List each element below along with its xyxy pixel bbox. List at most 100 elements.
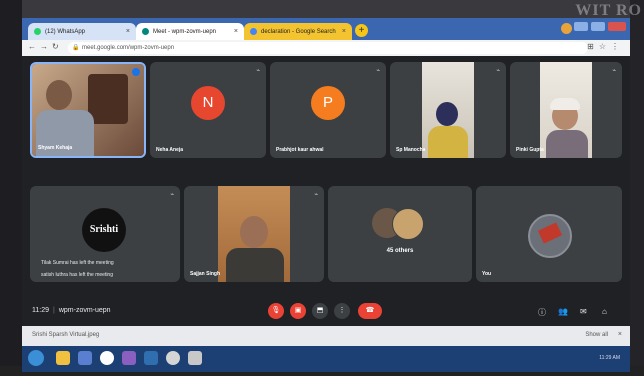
- participant-tile[interactable]: Shyam Kehaja: [30, 62, 146, 158]
- photo-frame-right: [630, 0, 644, 376]
- leave-call-button[interactable]: ☎: [358, 303, 382, 319]
- participant-tile[interactable]: P ⌁ Prabhjot kaur ahwal: [270, 62, 386, 158]
- participant-name: Shyam Kehaja: [38, 145, 73, 151]
- chrome-window-icon[interactable]: [166, 351, 180, 365]
- participant-tile[interactable]: 45 others: [328, 186, 472, 282]
- participant-body: [226, 248, 284, 282]
- activities-icon[interactable]: ⌂: [602, 307, 607, 316]
- notification-toast: satish luthra has left the meeting: [36, 270, 118, 280]
- logo-text: Srishti: [89, 224, 119, 235]
- people-icon[interactable]: 👥: [558, 307, 568, 316]
- toolbar-extension-icons[interactable]: ⊞☆⋮: [587, 42, 624, 51]
- photoshop-icon[interactable]: [144, 351, 158, 365]
- meeting-info-icon[interactable]: ⓘ: [538, 307, 546, 318]
- participant-body: [428, 126, 468, 158]
- lock-icon: 🔒: [72, 45, 80, 51]
- forward-arrow-icon[interactable]: →: [40, 42, 48, 51]
- participant-name: Sp Manocha: [396, 147, 426, 153]
- start-button[interactable]: [28, 350, 44, 366]
- participant-video: [422, 62, 474, 158]
- close-tab-icon[interactable]: ×: [126, 28, 130, 35]
- participant-avatar: N: [191, 86, 225, 120]
- whatsapp-favicon-icon: [34, 28, 41, 35]
- participant-tile[interactable]: ⌁ Sp Manocha: [390, 62, 506, 158]
- monitor-screen: (12) WhatsApp × Meet - wpm-zovm-uepn × d…: [22, 18, 630, 372]
- tab-google-search[interactable]: declaration - Google Search ×: [244, 23, 352, 40]
- tab-meet[interactable]: Meet - wpm-zovm-uepn ×: [136, 23, 244, 40]
- speaking-indicator-icon: [132, 68, 140, 76]
- chat-icon[interactable]: ✉: [580, 307, 587, 316]
- back-arrow-icon[interactable]: ←: [28, 42, 36, 51]
- google-favicon-icon: [250, 28, 257, 35]
- participant-name: Prabhjot kaur ahwal: [276, 147, 324, 153]
- others-count-label: 45 others: [386, 248, 414, 254]
- self-view-tile[interactable]: You: [476, 186, 622, 282]
- taskbar-clock: 11:29 AM: [599, 355, 620, 361]
- windows-taskbar: 11:29 AM: [22, 346, 630, 372]
- download-item[interactable]: Srishi Sparsh Virtual.jpeg: [32, 332, 99, 338]
- paint-icon[interactable]: [188, 351, 202, 365]
- app-icon[interactable]: [122, 351, 136, 365]
- download-bar: Srishi Sparsh Virtual.jpeg Show all ×: [22, 326, 630, 346]
- maximize-button[interactable]: [591, 22, 605, 31]
- self-avatar-logo: [528, 214, 572, 258]
- media-player-icon[interactable]: [78, 351, 92, 365]
- more-options-button[interactable]: ⋮: [334, 303, 350, 319]
- participant-video: [540, 62, 592, 158]
- tab-label: (12) WhatsApp: [45, 28, 86, 35]
- close-tab-icon[interactable]: ×: [234, 28, 238, 35]
- mic-muted-icon: ⌁: [170, 192, 174, 198]
- tab-whatsapp[interactable]: (12) WhatsApp ×: [28, 23, 136, 40]
- chrome-icon[interactable]: [100, 351, 114, 365]
- window-controls: [574, 22, 626, 31]
- meeting-details: 11:29 | wpm-zovm-uepn: [32, 307, 111, 314]
- browser-tab-strip: (12) WhatsApp × Meet - wpm-zovm-uepn × d…: [22, 18, 630, 40]
- participant-body: [546, 130, 588, 158]
- participant-video: [218, 186, 290, 282]
- address-bar[interactable]: 🔒 meet.google.com/wpm-zovm-uepn: [68, 42, 588, 54]
- participant-name: You: [482, 271, 492, 277]
- participant-name: Sajjan Singh: [190, 271, 221, 277]
- explorer-icon[interactable]: [56, 351, 70, 365]
- camera-toggle-button[interactable]: ▣: [290, 303, 306, 319]
- participant-head: [436, 102, 458, 126]
- notification-toast: Tilak Sumrai has left the meeting: [36, 258, 119, 268]
- other-avatar: [392, 208, 424, 240]
- close-tab-icon[interactable]: ×: [342, 28, 346, 35]
- mic-muted-icon: ⌁: [314, 192, 318, 198]
- profile-avatar[interactable]: [561, 23, 572, 34]
- participant-hat: [550, 98, 580, 110]
- logo-emblem-icon: [537, 222, 563, 244]
- mic-muted-icon: ⌁: [256, 68, 260, 74]
- mic-muted-icon: ⌁: [496, 68, 500, 74]
- close-window-button[interactable]: [608, 22, 626, 31]
- browser-toolbar: ← → ↻ 🔒 meet.google.com/wpm-zovm-uepn ⊞☆…: [22, 40, 630, 56]
- mic-muted-icon: ⌁: [376, 68, 380, 74]
- meet-participant-grid: Shyam Kehaja N ⌁ Neha Aneja P ⌁ Prabhjot…: [22, 56, 630, 324]
- show-all-downloads-link[interactable]: Show all: [585, 332, 608, 338]
- participant-head: [46, 80, 72, 110]
- participant-name: Neha Aneja: [156, 147, 184, 153]
- participant-tile[interactable]: ⌁ Pinki Gupta: [510, 62, 622, 158]
- participant-name: Pinki Gupta: [516, 147, 544, 153]
- photo-frame-left: [0, 0, 22, 376]
- close-icon[interactable]: ×: [618, 331, 622, 338]
- meeting-time: 11:29: [32, 307, 49, 314]
- meet-favicon-icon: [142, 28, 149, 35]
- participant-avatar: P: [311, 86, 345, 120]
- address-text: meet.google.com/wpm-zovm-uepn: [82, 45, 175, 51]
- present-button[interactable]: ⬒: [312, 303, 328, 319]
- mic-muted-icon: ⌁: [612, 68, 616, 74]
- srishti-logo: Srishti: [82, 208, 126, 252]
- reload-icon[interactable]: ↻: [52, 42, 59, 51]
- new-tab-button[interactable]: +: [355, 24, 368, 37]
- tab-label: declaration - Google Search: [261, 28, 336, 35]
- mic-toggle-button[interactable]: 🎙: [268, 303, 284, 319]
- participant-tile[interactable]: ⌁ Sajjan Singh: [184, 186, 324, 282]
- tab-label: Meet - wpm-zovm-uepn: [153, 28, 217, 35]
- wall-decor: [88, 74, 128, 124]
- participant-tile[interactable]: N ⌁ Neha Aneja: [150, 62, 266, 158]
- participant-head: [240, 216, 268, 248]
- minimize-button[interactable]: [574, 22, 588, 31]
- others-avatar-stack: [372, 208, 428, 240]
